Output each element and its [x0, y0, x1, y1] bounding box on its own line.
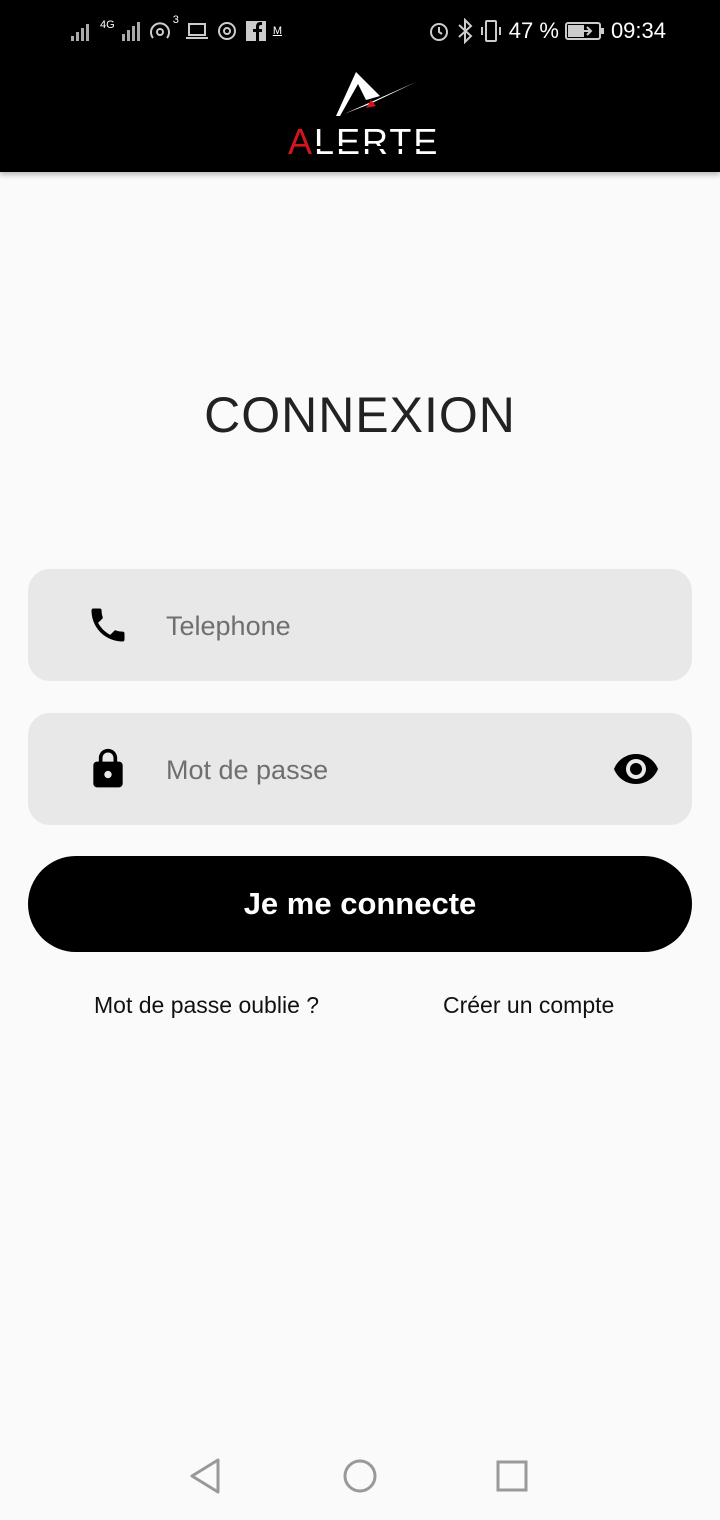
lock-icon: [93, 748, 123, 788]
forgot-password-link[interactable]: Mot de passe oublie ?: [94, 992, 319, 1019]
messenger-badge-icon: M: [272, 25, 282, 37]
bluetooth-icon: [458, 18, 473, 44]
laptop-icon: [185, 23, 208, 39]
alerte-logo: ALERTE: [288, 72, 439, 162]
wireless-icon: [217, 22, 236, 40]
home-icon[interactable]: [336, 1452, 384, 1500]
hotspot-icon: [149, 22, 170, 39]
status-icons-left: 4G 3 M: [70, 14, 282, 48]
password-input[interactable]: [164, 713, 588, 827]
status-icons-right: 47 % 09:34: [427, 14, 666, 48]
app-bar: ALERTE: [0, 62, 720, 172]
alarm-icon: [429, 23, 448, 41]
battery-percent: 47 %: [508, 18, 559, 43]
phone-field[interactable]: [28, 569, 692, 683]
page-title: CONNEXION: [204, 387, 516, 443]
phone-input[interactable]: [164, 569, 588, 683]
login-button[interactable]: Je me connecte: [28, 856, 692, 952]
facebook-icon: [245, 21, 266, 41]
system-nav-bar: [0, 1432, 720, 1520]
clock: 09:34: [610, 18, 666, 43]
phone-icon: [91, 608, 125, 642]
signal-icon-2: [121, 22, 140, 41]
hotspot-count: 3: [172, 14, 179, 26]
recents-icon[interactable]: [488, 1452, 536, 1500]
back-icon[interactable]: [182, 1452, 230, 1500]
vibrate-icon: [480, 20, 501, 42]
battery-icon: [564, 22, 604, 40]
signal-icon: [71, 24, 89, 41]
eye-icon[interactable]: [612, 751, 660, 787]
logo-wordmark: ALERTE: [288, 121, 439, 162]
status-bar: 4G 3 M 47 % 09:34: [0, 0, 720, 62]
password-field[interactable]: [28, 713, 692, 827]
create-account-link[interactable]: Créer un compte: [443, 992, 614, 1019]
network-type-label: 4G: [100, 19, 115, 31]
